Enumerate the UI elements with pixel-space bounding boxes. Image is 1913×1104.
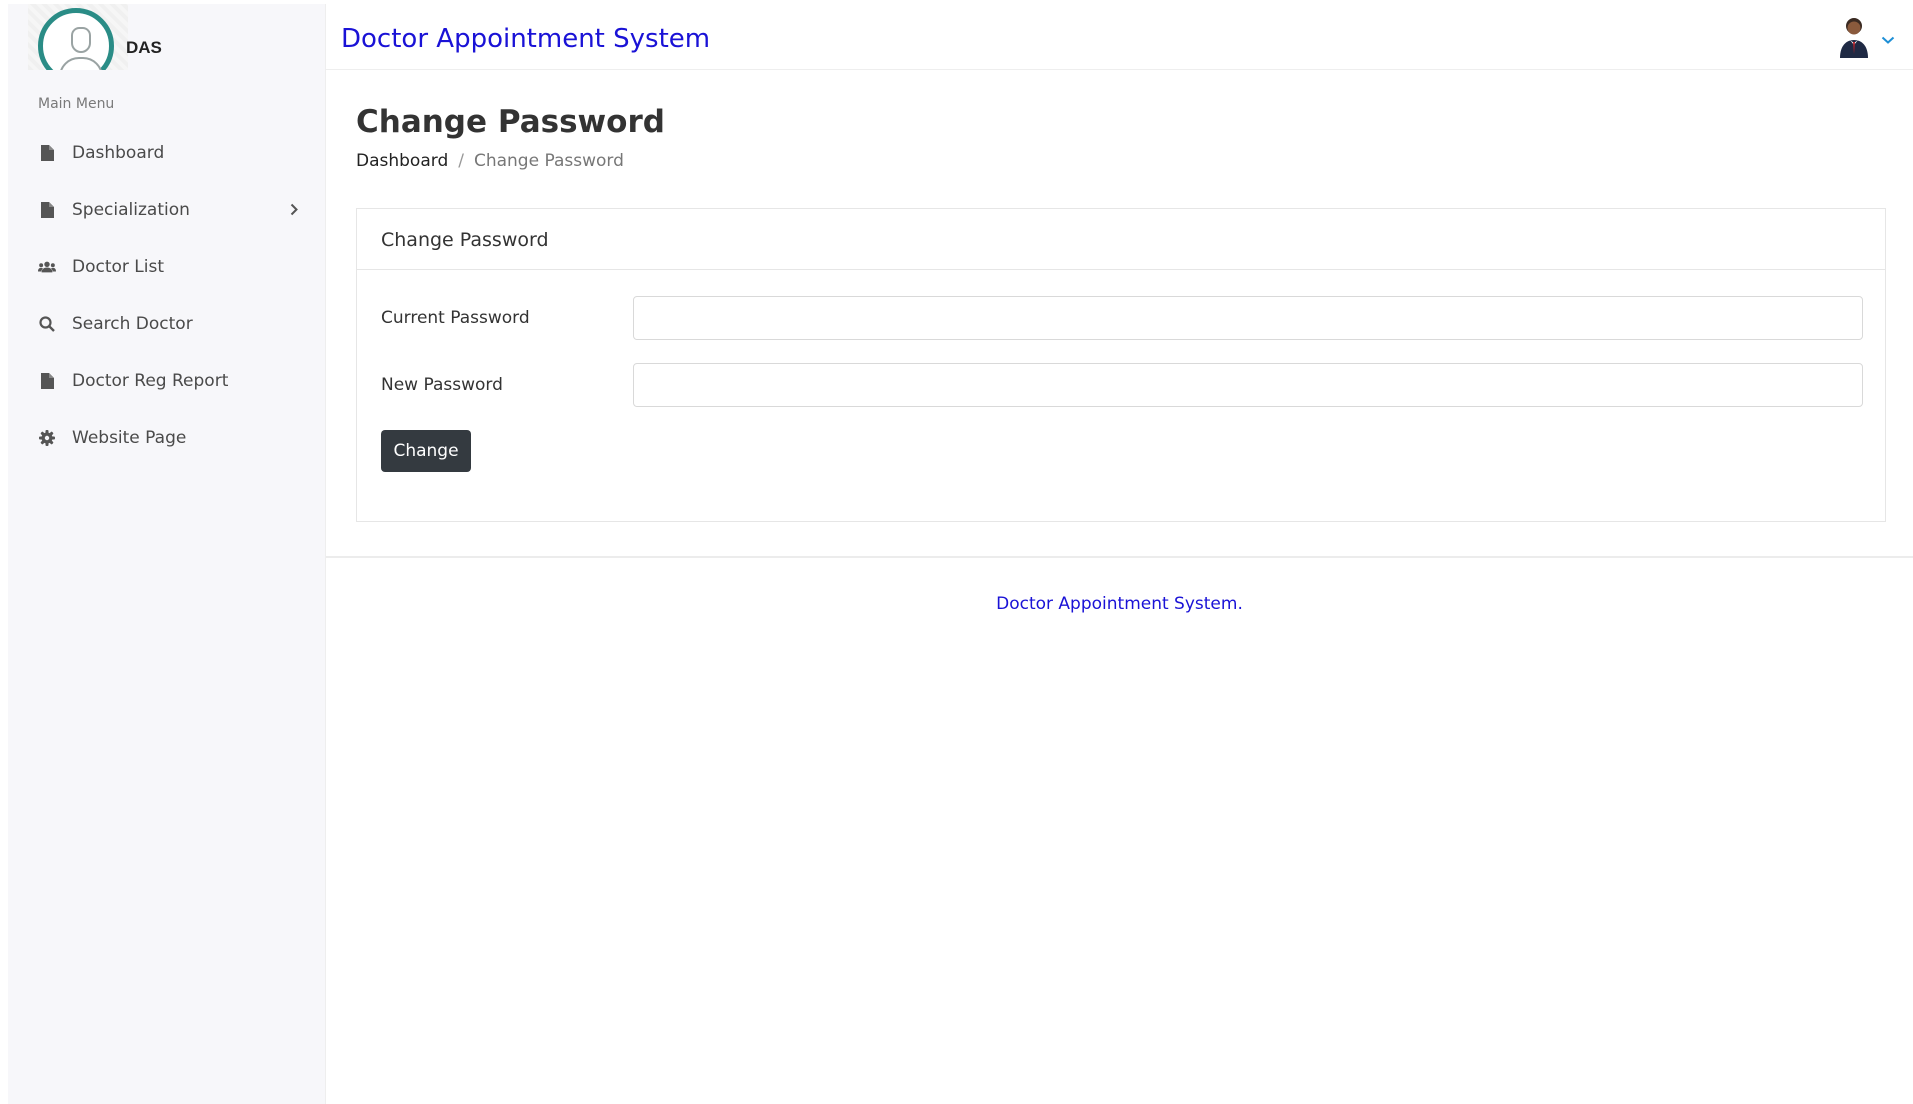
sidebar-item-website-page[interactable]: Website Page (8, 409, 326, 466)
main-menu-label: Main Menu (38, 96, 115, 112)
sidebar-item-search-doctor[interactable]: Search Doctor (8, 295, 326, 352)
app-title: Doctor Appointment System (341, 24, 711, 54)
current-password-row: Current Password (381, 296, 1863, 342)
current-password-label: Current Password (381, 308, 530, 328)
breadcrumb-current: Change Password (473, 151, 624, 171)
sidebar-item-label: Website Page (72, 427, 187, 448)
file-icon (38, 201, 56, 219)
search-icon (38, 315, 56, 333)
footer-text: Doctor Appointment System. (996, 594, 1243, 614)
sidebar-item-label: Search Doctor (72, 313, 193, 334)
sidebar-item-doctor-reg-report[interactable]: Doctor Reg Report (8, 352, 326, 409)
logo-ring-icon (38, 8, 114, 70)
sidebar-item-label: Dashboard (72, 142, 165, 163)
file-icon (38, 144, 56, 162)
top-bar: Doctor Appointment System (326, 0, 1913, 70)
change-password-card: Change Password Current Password New Pas… (356, 208, 1886, 522)
file-icon (38, 372, 56, 390)
page-title: Change Password (356, 104, 665, 140)
logo[interactable] (28, 4, 128, 70)
sidebar-item-specialization[interactable]: Specialization (8, 181, 326, 238)
doctor-body-icon (59, 57, 103, 70)
sidebar-item-label: Doctor Reg Report (72, 370, 229, 391)
sidebar-item-dashboard[interactable]: Dashboard (8, 124, 326, 181)
sidebar-menu: Dashboard Specialization Doctor List Sea… (8, 124, 326, 466)
new-password-input[interactable] (633, 363, 1863, 407)
sidebar-item-doctor-list[interactable]: Doctor List (8, 238, 326, 295)
card-title: Change Password (357, 209, 1885, 270)
breadcrumb: Dashboard / Change Password (356, 151, 624, 171)
gear-icon (38, 429, 56, 447)
app-root: DAS Main Menu Dashboard Specialization D… (0, 0, 1913, 1104)
current-password-input[interactable] (633, 296, 1863, 340)
sidebar-item-label: Doctor List (72, 256, 165, 277)
user-avatar[interactable] (1837, 16, 1871, 58)
users-icon (38, 258, 56, 276)
change-button[interactable]: Change (381, 430, 471, 472)
doctor-head-icon (71, 27, 91, 53)
sidebar-item-label: Specialization (72, 199, 190, 220)
sidebar: DAS Main Menu Dashboard Specialization D… (8, 4, 326, 1104)
chevron-right-icon[interactable] (290, 201, 298, 221)
breadcrumb-home-link[interactable]: Dashboard (356, 151, 448, 171)
chevron-down-icon[interactable] (1881, 30, 1895, 49)
footer-divider (326, 556, 1913, 558)
new-password-label: New Password (381, 375, 503, 395)
brand-name: DAS (126, 38, 162, 57)
new-password-row: New Password (381, 363, 1863, 409)
breadcrumb-separator: / (458, 151, 464, 171)
